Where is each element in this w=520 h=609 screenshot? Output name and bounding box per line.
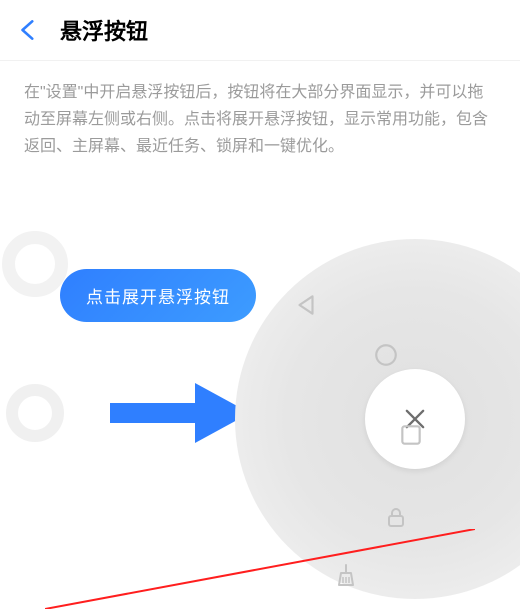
bg-ring-icon (2, 231, 68, 297)
radial-menu (235, 239, 485, 609)
page-title: 悬浮按钮 (60, 14, 148, 46)
back-button[interactable] (16, 17, 42, 43)
radial-item-recent[interactable] (395, 419, 427, 451)
home-circle-icon (373, 342, 399, 368)
page-header: 悬浮按钮 (0, 0, 520, 61)
radial-item-lock[interactable] (380, 501, 412, 533)
tooltip-label: 点击展开悬浮按钮 (86, 288, 230, 307)
broom-icon (334, 563, 358, 587)
description-text: 在"设置"中开启悬浮按钮后，按钮将在大部分界面显示，并可以拖动至屏幕左侧或右侧。… (0, 61, 520, 179)
tooltip-bubble: 点击展开悬浮按钮 (60, 269, 256, 322)
radial-item-back[interactable] (290, 289, 322, 321)
back-triangle-icon (293, 292, 319, 318)
illustration-area: 点击展开悬浮按钮 (0, 179, 520, 599)
recent-square-icon (398, 422, 424, 448)
bg-ring-icon (6, 384, 64, 442)
instruction-arrow-icon (110, 383, 250, 443)
radial-item-home[interactable] (370, 339, 402, 371)
radial-item-optimize[interactable] (330, 559, 362, 591)
lock-icon (384, 505, 408, 529)
